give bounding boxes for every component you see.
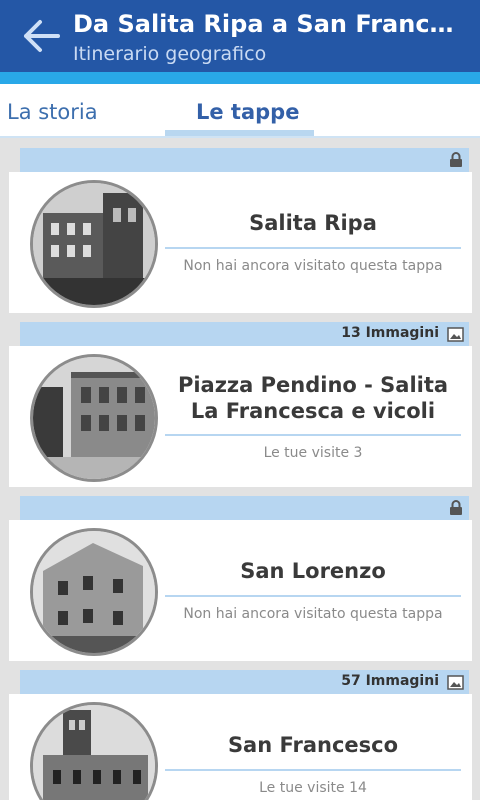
tab-bar: La storia Le tappe: [0, 84, 480, 138]
stop-thumbnail: [30, 354, 158, 482]
item-header-strip: 13 Immagini: [20, 322, 469, 346]
page-subtitle: Itinerario geografico: [73, 43, 267, 65]
building-photo-icon: [33, 705, 155, 800]
app-bar: Da Salita Ripa a San Francesco Itinerari…: [0, 0, 480, 72]
image-icon[interactable]: [447, 675, 464, 690]
building-photo-icon: [33, 531, 155, 653]
stop-name: San Lorenzo: [240, 559, 386, 583]
stop-thumbnail: [30, 180, 158, 308]
stop-status: Le tue visite 14: [259, 780, 367, 796]
building-photo-icon: [33, 183, 155, 305]
stops-list[interactable]: Salita Ripa Non hai ancora visitato ques…: [0, 138, 480, 800]
image-icon[interactable]: [447, 327, 464, 342]
app-bar-accent-stripe: [0, 72, 480, 84]
building-photo-icon: [33, 357, 155, 479]
item-header-strip: [20, 148, 469, 172]
item-header-strip: [20, 496, 469, 520]
divider: [165, 247, 461, 249]
stop-name: San Francesco: [227, 733, 399, 757]
divider: [165, 595, 461, 597]
tab-le-tappe[interactable]: Le tappe: [196, 100, 299, 124]
stop-card[interactable]: Piazza Pendino - Salita La Francesca e v…: [9, 346, 472, 487]
lock-icon: [450, 152, 462, 167]
lock-icon: [450, 500, 462, 515]
stop-name: Salita Ripa: [249, 211, 377, 235]
stop-status: Non hai ancora visitato questa tappa: [183, 606, 443, 622]
divider: [165, 769, 461, 771]
stop-thumbnail: [30, 528, 158, 656]
stop-card[interactable]: Salita Ripa Non hai ancora visitato ques…: [9, 172, 472, 313]
image-count: 13 Immagini: [341, 325, 439, 341]
tab-selected-indicator: [165, 130, 314, 136]
stop-card[interactable]: San Francesco Le tue visite 14: [9, 694, 472, 800]
stop-status: Le tue visite 3: [263, 445, 363, 461]
stop-status: Non hai ancora visitato questa tappa: [183, 258, 443, 274]
tab-la-storia[interactable]: La storia: [7, 100, 98, 124]
divider: [165, 434, 461, 436]
image-count: 57 Immagini: [341, 673, 439, 689]
back-arrow-icon[interactable]: [22, 18, 62, 54]
stop-name: Piazza Pendino - Salita La Francesca e v…: [177, 373, 449, 423]
stop-card[interactable]: San Lorenzo Non hai ancora visitato ques…: [9, 520, 472, 661]
stop-thumbnail: [30, 702, 158, 800]
page-title: Da Salita Ripa a San Francesco: [73, 10, 468, 38]
item-header-strip: 57 Immagini: [20, 670, 469, 694]
